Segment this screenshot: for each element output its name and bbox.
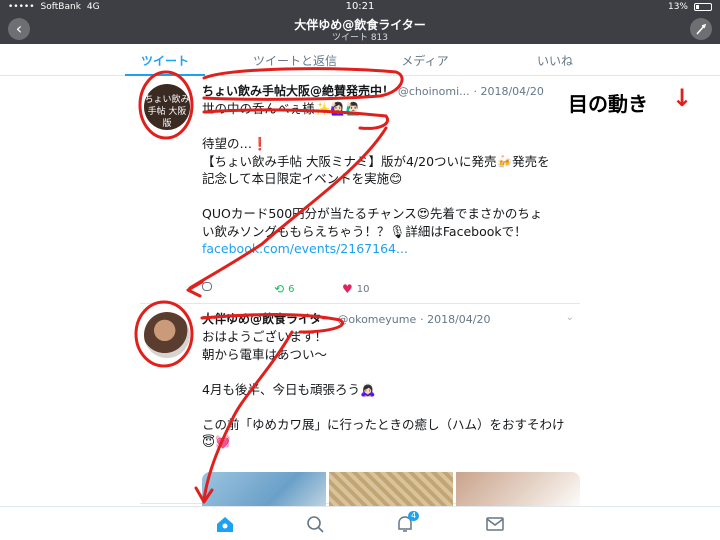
tweet-line	[202, 188, 580, 206]
tweet-line	[202, 118, 580, 136]
retweet-button[interactable]: ⟲ 6	[274, 282, 294, 296]
tweet-line: い飲みソングももらえちゃう！？🎙詳細はFacebookで！	[202, 223, 527, 239]
bottom-tab-bar: 4	[0, 506, 720, 540]
battery-percent: 13%	[667, 2, 688, 12]
like-count: 10	[356, 283, 370, 295]
navigation-bar: ••••• SoftBank 4G 10:21 13% ‹ 大伴ゆめ@飲食ライタ…	[0, 0, 720, 44]
clock: 10:21	[345, 1, 375, 12]
tweet-line: 😇💓	[202, 434, 231, 449]
feather-icon	[696, 23, 707, 35]
tweet-actions: ⟲ 6 ♥ 10	[202, 282, 502, 296]
home-icon[interactable]	[214, 514, 236, 534]
reply-button[interactable]	[202, 282, 212, 291]
tab-tweets-and-replies[interactable]: ツイートと返信	[230, 44, 360, 75]
avatar-text: ちょい飲み手帖 大阪版	[144, 95, 190, 129]
notification-badge: 4	[408, 511, 420, 521]
down-arrow-icon: ↓	[672, 84, 693, 112]
author-handle: @okomeyume	[337, 313, 417, 326]
tweet-date: · 2018/04/20	[473, 85, 544, 98]
tweet-line: 【ちょい飲み手帖 大阪ミナミ】版が4/20ついに発売🍻発売を	[202, 153, 550, 169]
tweet-text: おはようございます！ 朝から電車はあつい〜 4月も後半、今日も頑張ろう🙇🏻‍♀️…	[202, 328, 580, 451]
tab-tweets[interactable]: ツイート	[100, 44, 230, 76]
battery-icon	[694, 3, 712, 11]
tweet-line: 世の中の呑んべぇ様✨🙋🏻‍♀️🙋🏻‍♂️	[202, 101, 362, 116]
author-handle: @choinomi...	[397, 85, 470, 98]
tweet[interactable]: ⌄ 大伴ゆめ@飲食ライター @okomeyume · 2018/04/20 おは…	[140, 304, 580, 512]
tab-media[interactable]: メディア	[360, 44, 490, 75]
mail-icon[interactable]	[484, 514, 506, 534]
tweet-line	[202, 363, 580, 381]
tab-likes[interactable]: いいね	[490, 44, 620, 75]
tweet-line	[202, 398, 580, 416]
author-name[interactable]: ちょい飲み手帖大阪@絶賛発売中！	[202, 84, 394, 98]
annotation-label: 目の動き	[568, 92, 648, 116]
tweet-text: 世の中の呑んべぇ様✨🙋🏻‍♀️🙋🏻‍♂️ 待望の…❗️ 【ちょい飲み手帖 大阪ミ…	[202, 100, 580, 258]
tweet-line: 4月も後半、今日も頑張ろう🙇🏻‍♀️	[202, 381, 376, 397]
tweet-line: 待望の…❗️	[202, 136, 268, 151]
status-bar: ••••• SoftBank 4G 10:21 13%	[0, 0, 720, 14]
tweet-link[interactable]: facebook.com/events/2167164...	[202, 240, 580, 258]
avatar[interactable]: ちょい飲み手帖 大阪版	[144, 84, 190, 130]
profile-tabs: ツイート ツイートと返信 メディア いいね	[0, 44, 720, 76]
retweet-icon: ⟲	[274, 282, 285, 296]
tweet-count: ツイート 813	[331, 33, 389, 43]
timeline: ちょい飲み手帖 大阪版 ちょい飲み手帖大阪@絶賛発売中！ @choinomi..…	[140, 76, 580, 512]
author-name[interactable]: 大伴ゆめ@飲食ライター	[202, 312, 334, 326]
search-icon[interactable]	[304, 514, 326, 534]
tweet-line: 朝から電車はあつい〜	[202, 346, 328, 362]
tweet-line: 記念して本日限定イベントを実施😊	[202, 171, 403, 186]
tweet-line: この前「ゆめカワ展」に行ったときの癒し（ハム）をおすそわけ	[202, 416, 565, 432]
retweet-count: 6	[288, 283, 295, 295]
tweet-line: QUOカード500円分が当たるチャンス😍先着でまさかのちょ	[202, 206, 543, 221]
heart-icon: ♥	[342, 282, 353, 296]
tweet[interactable]: ちょい飲み手帖 大阪版 ちょい飲み手帖大阪@絶賛発売中！ @choinomi..…	[140, 76, 580, 304]
avatar[interactable]	[144, 312, 190, 358]
tweet-date: · 2018/04/20	[420, 313, 491, 326]
compose-button[interactable]	[690, 18, 712, 40]
tweet-line: おはようございます！	[202, 329, 328, 344]
reply-icon	[202, 282, 212, 291]
like-button[interactable]: ♥ 10	[342, 282, 370, 296]
